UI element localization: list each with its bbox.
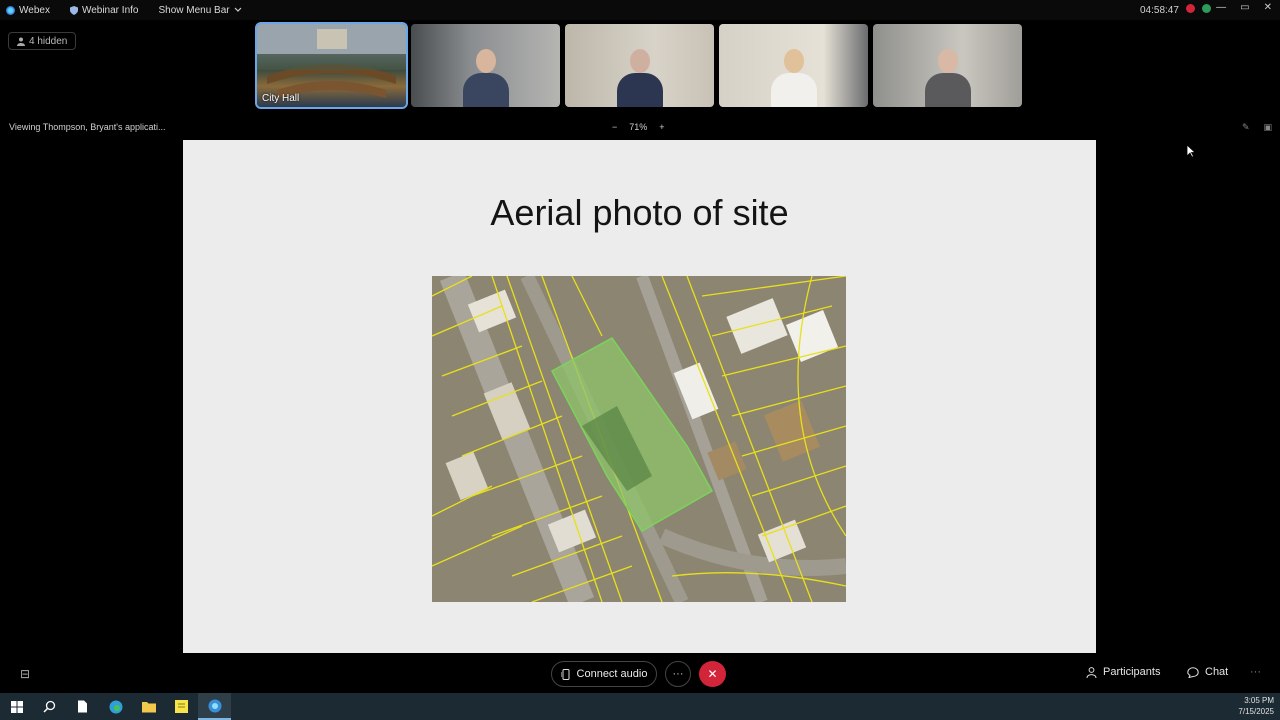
zoom-controls: − 71% + [612,122,665,132]
windows-logo-icon [10,700,23,713]
slide-title: Aerial photo of site [490,192,789,233]
thumbnail-participant-3[interactable] [565,24,714,107]
system-clock[interactable]: 3:05 PM 7/15/2025 [1238,695,1274,717]
sticky-note-icon [175,700,188,713]
webex-menu[interactable]: Webex [6,5,50,16]
windows-taskbar: 3:05 PM 7/15/2025 [0,693,1280,720]
participant-video [924,49,971,107]
zoom-level: 71% [629,122,648,132]
participant-video [770,49,817,107]
folder-icon [141,701,156,712]
stage-options: ✎ ▣ [1242,122,1272,133]
viewing-label: Viewing Thompson, Bryant's applicati... [9,122,166,132]
hidden-participants-button[interactable]: 4 hidden [8,32,77,50]
show-menu-bar-label: Show Menu Bar [158,4,230,16]
taskbar-file-app[interactable] [66,693,99,720]
connect-audio-button[interactable]: Connect audio [551,661,657,687]
chevron-down-icon [234,7,242,12]
hidden-count-label: 4 hidden [29,35,68,47]
thumbnail-participant-2[interactable] [411,24,560,107]
edge-browser-icon [109,700,122,713]
phone-audio-icon [560,668,570,680]
thumbnail-participant-4[interactable] [719,24,868,107]
close-icon[interactable]: ✕ [1264,2,1272,13]
meeting-timer: 04:58:47 [1140,4,1211,16]
recording-icon [1185,4,1195,13]
participant-video [616,49,663,107]
participants-label: Participants [1103,666,1161,678]
start-button[interactable] [0,693,33,720]
captions-icon[interactable]: ⊟ [20,667,30,681]
shared-slide: Aerial photo of site [183,140,1096,653]
more-panels-button[interactable]: ··· [1250,666,1261,678]
app-name: Webex [19,4,50,16]
taskbar-webex[interactable] [198,693,231,720]
zoom-in-button[interactable]: + [659,122,664,132]
taskbar-date: 7/15/2025 [1238,707,1274,716]
thumbnail-name: City Hall [262,93,300,104]
minimize-icon[interactable]: — [1216,2,1226,13]
webex-logo-icon [208,699,221,712]
connect-audio-label: Connect audio [576,668,648,680]
taskbar-sticky-notes[interactable] [165,693,198,720]
document-icon [78,700,87,713]
person-icon [17,37,25,46]
chat-button[interactable]: Chat [1187,666,1228,678]
show-menu-bar-button[interactable]: Show Menu Bar [158,4,242,16]
layout-icon[interactable]: ▣ [1263,122,1272,133]
shield-icon [69,5,78,15]
participant-thumbnails: City Hall [255,22,1022,109]
close-icon: ✕ [707,667,718,681]
webinar-info-label: Webinar Info [81,4,139,16]
taskbar-time: 3:05 PM [1244,696,1274,705]
search-button[interactable] [33,693,66,720]
aerial-map [432,276,846,602]
taskbar-edge[interactable] [99,693,132,720]
participants-button[interactable]: Participants [1086,666,1160,678]
webex-logo-icon [6,5,15,15]
title-bar: Webex Webinar Info Show Menu Bar 04:58:4… [0,0,1280,20]
thumbnail-city-hall[interactable]: City Hall [255,22,408,109]
chat-label: Chat [1205,666,1229,678]
taskbar-file-explorer[interactable] [132,693,165,720]
person-icon [1086,666,1097,678]
participant-video [462,49,509,107]
more-options-button[interactable]: ··· [665,661,691,687]
search-icon [43,700,56,713]
aerial-site-image [432,276,846,602]
annotate-icon[interactable]: ✎ [1242,122,1250,133]
webinar-info-button[interactable]: Webinar Info [69,4,139,16]
thumbnail-participant-5[interactable] [873,24,1022,107]
maximize-icon[interactable]: ▭ [1240,2,1249,13]
leave-meeting-button[interactable]: ✕ [699,661,726,687]
zoom-out-button[interactable]: − [612,122,617,132]
mouse-cursor-icon [1186,144,1196,158]
window-controls: — ▭ ✕ [1216,2,1272,13]
chat-bubble-icon [1187,666,1199,678]
status-icon [1201,4,1211,13]
